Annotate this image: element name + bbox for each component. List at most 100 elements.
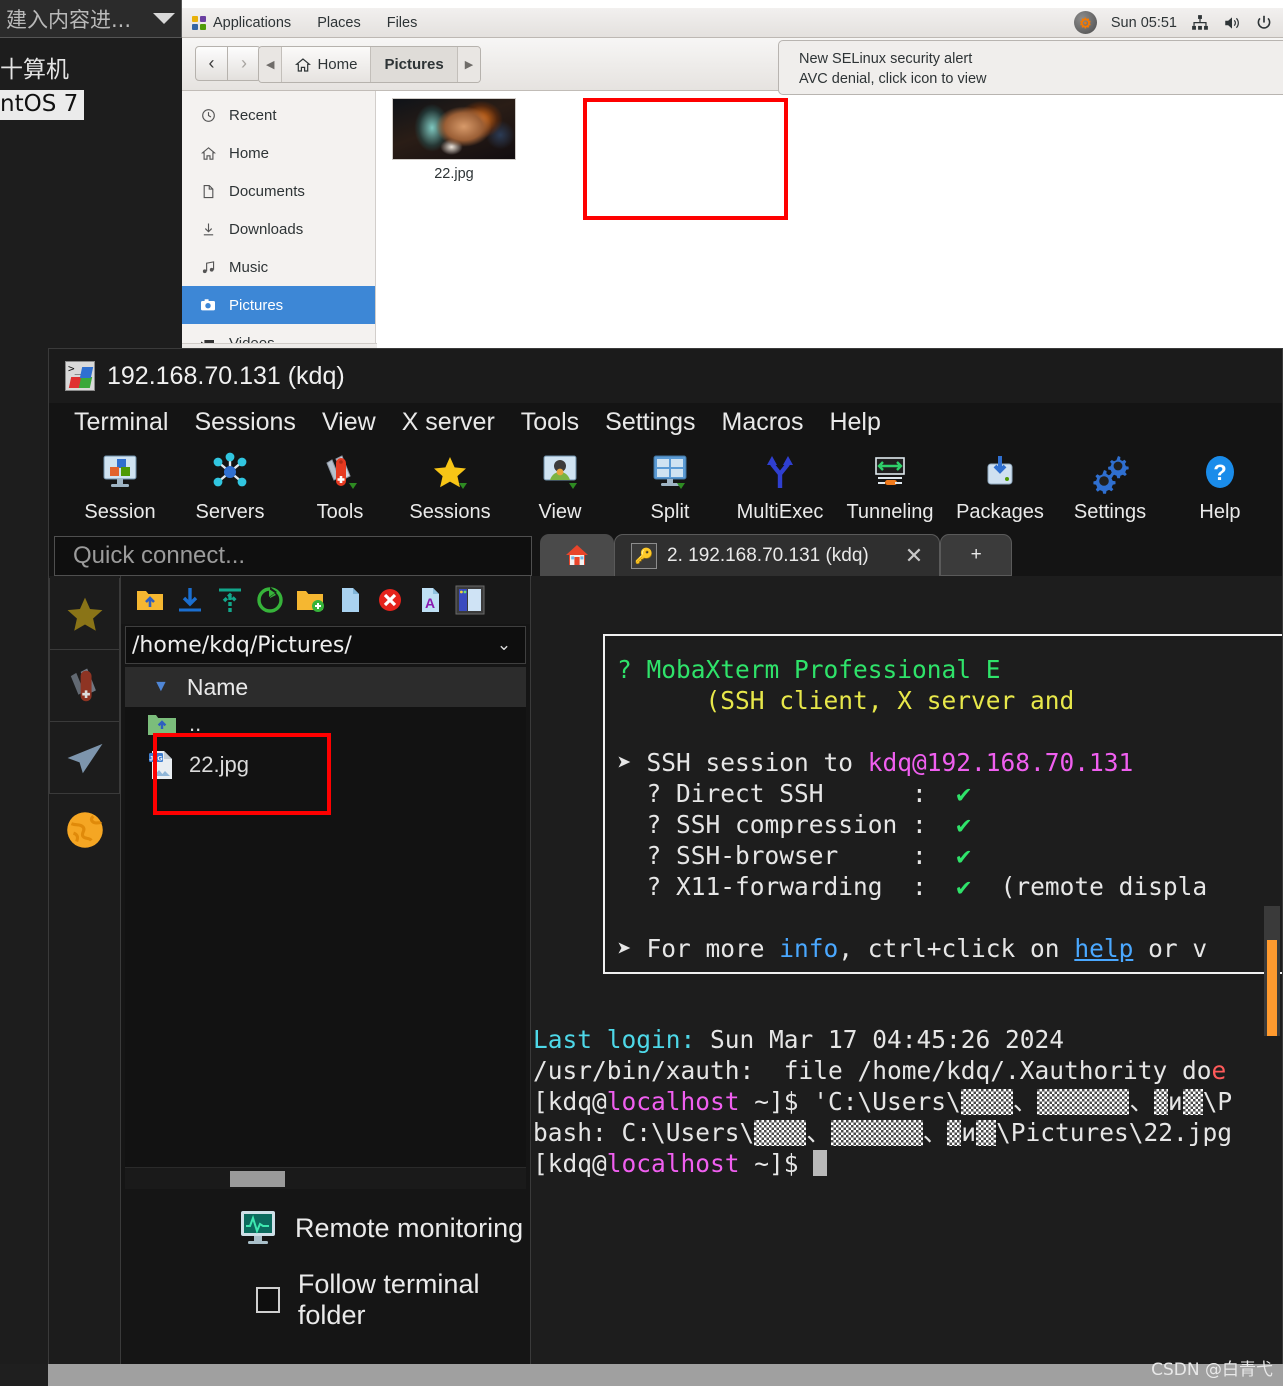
menu-macros[interactable]: Macros bbox=[709, 406, 817, 439]
sort-caret-icon[interactable]: ▼ bbox=[153, 678, 169, 696]
vmware-library-tree[interactable]: 十算机 ntOS 7 bbox=[0, 46, 182, 120]
toolbar-button-tunneling[interactable]: Tunneling bbox=[835, 445, 945, 524]
quick-connect-input[interactable]: Quick connect... bbox=[54, 536, 532, 576]
sftp-column-header[interactable]: ▼ Name bbox=[125, 667, 526, 707]
toolbar-button-sessions[interactable]: Sessions bbox=[395, 445, 505, 524]
toolbar-button-servers[interactable]: Servers bbox=[175, 445, 285, 524]
nautilus-file-area[interactable]: 22.jpg bbox=[376, 91, 1283, 343]
vmware-tree-node-computer[interactable]: 十算机 bbox=[0, 46, 182, 90]
tab-home[interactable] bbox=[540, 534, 614, 576]
help-link[interactable]: help bbox=[1074, 934, 1133, 963]
toolbar-button-packages[interactable]: Packages bbox=[945, 445, 1055, 524]
new-tab-button[interactable]: + bbox=[940, 534, 1013, 576]
sidebar-item-recent[interactable]: Recent bbox=[182, 96, 375, 134]
breadcrumb-item-pictures[interactable]: Pictures bbox=[371, 47, 458, 82]
refresh-icon[interactable] bbox=[253, 584, 286, 617]
rail-button-tools[interactable] bbox=[49, 650, 120, 722]
monitor-icon bbox=[241, 1211, 275, 1244]
file-selection-highlight bbox=[583, 98, 788, 220]
toolbar-label-help: Help bbox=[1199, 501, 1241, 523]
sftp-path-row[interactable]: /home/kdq/Pictures/ ⌄ bbox=[125, 626, 526, 664]
selinux-alert-icon[interactable]: ⚙ bbox=[1073, 11, 1097, 34]
more-info-prefix: For more bbox=[646, 934, 780, 963]
breadcrumb-scroll-right[interactable]: ▶ bbox=[457, 47, 481, 82]
rail-button-sessions[interactable] bbox=[49, 578, 120, 650]
multiexec-icon bbox=[725, 445, 835, 499]
rail-button-globe[interactable] bbox=[49, 794, 120, 866]
menu-x-server[interactable]: X server bbox=[389, 406, 508, 439]
menu-tools[interactable]: Tools bbox=[508, 406, 592, 439]
tab-session-1[interactable]: 🔑 2. 192.168.70.131 (kdq) ✕ bbox=[614, 534, 941, 576]
vmware-tree-node-centos[interactable]: ntOS 7 bbox=[0, 90, 85, 120]
toolbar-button-tools[interactable]: Tools bbox=[285, 445, 395, 524]
scrollbar-thumb[interactable] bbox=[1267, 940, 1277, 1036]
file-thumbnail bbox=[392, 98, 516, 160]
new-file-icon[interactable] bbox=[333, 584, 366, 617]
breadcrumb-scroll-left[interactable]: ◀ bbox=[259, 47, 283, 82]
file-item-22jpg[interactable]: 22.jpg bbox=[389, 98, 519, 182]
check-icon: ✔ bbox=[956, 810, 972, 839]
gnome-tray: ⚙ Sun 05:51 bbox=[1073, 11, 1273, 34]
toolbar-button-split[interactable]: Split bbox=[615, 445, 725, 524]
sidebar-item-pictures[interactable]: Pictures bbox=[182, 286, 375, 324]
sidebar-item-home[interactable]: Home bbox=[182, 134, 375, 172]
rail-button-macros[interactable] bbox=[49, 722, 120, 794]
sftp-horizontal-scrollbar[interactable] bbox=[125, 1167, 526, 1189]
download-icon[interactable] bbox=[173, 584, 206, 617]
vmware-search-box[interactable]: 建入内容进... bbox=[0, 0, 182, 38]
tab-strip: 🔑 2. 192.168.70.131 (kdq) ✕ + bbox=[540, 534, 1282, 576]
menu-sessions[interactable]: Sessions bbox=[181, 406, 308, 439]
gnome-menu-places[interactable]: Places bbox=[317, 15, 361, 31]
terminal-pane[interactable]: ? MobaXterm Professional E (SSH client, … bbox=[531, 576, 1282, 1385]
prompt-tail: ~]$ bbox=[739, 1087, 814, 1116]
paper-plane-icon bbox=[67, 743, 102, 773]
gnome-menu-applications[interactable]: Applications bbox=[192, 15, 291, 31]
sidebar-item-music[interactable]: Music bbox=[182, 248, 375, 286]
toolbar-button-session[interactable]: Session bbox=[65, 445, 175, 524]
parent-folder-icon[interactable] bbox=[133, 584, 166, 617]
chevron-down-icon[interactable] bbox=[153, 13, 175, 24]
text-editor-icon[interactable]: A bbox=[413, 584, 446, 617]
more-info-suffix: or v bbox=[1133, 934, 1208, 963]
gnome-clock[interactable]: Sun 05:51 bbox=[1111, 15, 1177, 31]
new-folder-icon[interactable] bbox=[293, 584, 326, 617]
toolbar-button-view[interactable]: View bbox=[505, 445, 615, 524]
delete-icon[interactable] bbox=[373, 584, 406, 617]
sidebar-label-videos: Videos bbox=[229, 334, 275, 344]
selinux-notification-popup[interactable]: New SELinux security alert AVC denial, c… bbox=[778, 40, 1283, 95]
motd-box: ? MobaXterm Professional E (SSH client, … bbox=[603, 634, 1282, 974]
toolbar-button-multiexec[interactable]: MultiExec bbox=[725, 445, 835, 524]
back-button[interactable]: ‹ bbox=[195, 46, 228, 81]
volume-icon[interactable] bbox=[1223, 14, 1241, 32]
follow-terminal-folder-row[interactable]: Follow terminal folder bbox=[121, 1247, 530, 1331]
scrollbar-thumb[interactable] bbox=[230, 1171, 285, 1187]
info-link[interactable]: info bbox=[779, 934, 838, 963]
breadcrumb: ◀ Home Pictures ▶ bbox=[258, 46, 482, 83]
toolbar-label-multiexec: MultiExec bbox=[736, 501, 824, 523]
menu-view[interactable]: View bbox=[309, 406, 389, 439]
follow-terminal-folder-checkbox[interactable] bbox=[256, 1287, 280, 1313]
network-icon[interactable] bbox=[1191, 14, 1209, 32]
power-icon[interactable] bbox=[1255, 14, 1273, 32]
gnome-menu-files[interactable]: Files bbox=[387, 15, 418, 31]
menu-settings[interactable]: Settings bbox=[592, 406, 708, 439]
remote-monitoring-label: Remote monitoring bbox=[295, 1212, 524, 1243]
remote-monitoring-button[interactable]: Remote monitoring bbox=[121, 1189, 530, 1247]
menu-help[interactable]: Help bbox=[816, 406, 893, 439]
upload-icon[interactable] bbox=[213, 584, 246, 617]
terminal-scrollbar[interactable] bbox=[1264, 906, 1280, 1036]
sftp-toolbar: A bbox=[121, 576, 530, 624]
sftp-file-list[interactable]: .. JPG 22.jpg bbox=[125, 707, 526, 1167]
sidebar-item-downloads[interactable]: Downloads bbox=[182, 210, 375, 248]
sidebar-item-documents[interactable]: Documents bbox=[182, 172, 375, 210]
close-icon[interactable]: ✕ bbox=[905, 543, 923, 569]
panel-toggle-icon[interactable] bbox=[453, 584, 486, 617]
toolbar-button-settings[interactable]: Settings bbox=[1055, 445, 1165, 524]
toolbar-button-help[interactable]: ? Help bbox=[1165, 445, 1275, 524]
forward-button[interactable]: › bbox=[228, 46, 261, 81]
chevron-down-icon[interactable]: ⌄ bbox=[483, 635, 525, 655]
prompt-host: localhost bbox=[606, 1087, 740, 1116]
sidebar-item-videos[interactable]: Videos bbox=[182, 324, 375, 343]
menu-terminal[interactable]: Terminal bbox=[61, 406, 181, 439]
breadcrumb-item-home[interactable]: Home bbox=[282, 47, 372, 82]
